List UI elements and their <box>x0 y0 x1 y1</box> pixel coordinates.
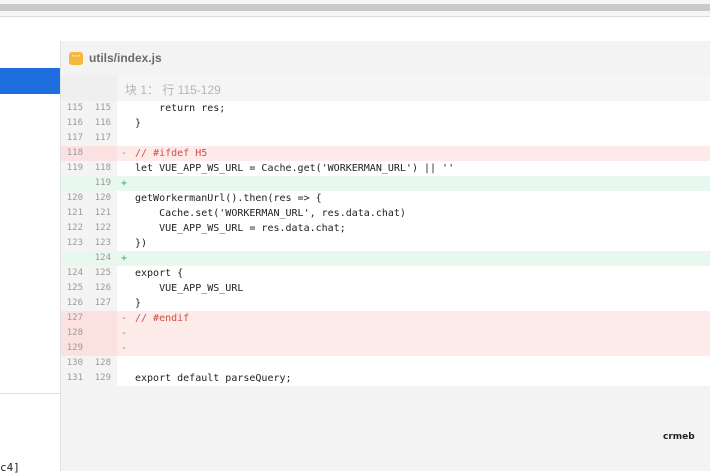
sidebar-divider <box>0 393 60 394</box>
diff-line-ctx: 123 123}) <box>61 236 710 251</box>
code-text: VUE_APP_WS_URL = res.data.chat; <box>135 223 346 234</box>
diff-line-ctx: 125 126 VUE_APP_WS_URL <box>61 281 710 296</box>
diff-line-ctx: 121 121 Cache.set('WORKERMAN_URL', res.da… <box>61 206 710 221</box>
code-text: export default parseQuery; <box>135 373 292 384</box>
hunk-gutter <box>61 75 117 101</box>
file-list-sidebar: c4] <box>0 41 61 474</box>
diff-line-del: 127 -// #endif <box>61 311 710 326</box>
new-line-number: 128 <box>94 358 111 368</box>
diff-sign: + <box>121 178 128 189</box>
old-line-number: 130 <box>66 358 83 368</box>
code-text: Cache.set('WORKERMAN_URL', res.data.chat… <box>135 208 406 219</box>
old-line-number: 127 <box>66 313 83 323</box>
old-line-number: 115 <box>66 103 83 113</box>
file-header[interactable]: ··· utils/index.js <box>61 41 710 75</box>
hunk-label: 块 1： 行 115-129 <box>125 83 221 97</box>
old-line-number: 125 <box>66 283 83 293</box>
new-line-number: 127 <box>94 298 111 308</box>
old-line-number: 126 <box>66 298 83 308</box>
new-line-number: 117 <box>94 133 111 143</box>
code-text: }) <box>135 238 148 249</box>
diff-panel: ··· utils/index.js 块 1： 行 115-129 115 115… <box>61 41 710 471</box>
old-line-number: 124 <box>66 268 83 278</box>
code-text: let VUE_APP_WS_URL = Cache.get('WORKERMA… <box>135 163 455 174</box>
diff-sign: - <box>121 343 128 354</box>
file-name: utils/index.js <box>89 51 162 65</box>
new-line-number: 129 <box>94 373 111 383</box>
diff-line-ctx: 126 127} <box>61 296 710 311</box>
diff-line-del: 129 - <box>61 341 710 356</box>
diff-line-add: 124 + <box>61 251 710 266</box>
old-line-number: 122 <box>66 223 83 233</box>
old-line-number: 116 <box>66 118 83 128</box>
old-line-number: 128 <box>66 328 83 338</box>
new-line-number: 115 <box>94 103 111 113</box>
new-line-number: 116 <box>94 118 111 128</box>
diff-line-add: 119 + <box>61 176 710 191</box>
diff-line-ctx: 131 129 export default parseQuery; <box>61 371 710 386</box>
window-top-bar <box>0 0 710 17</box>
new-line-number: 119 <box>94 178 111 188</box>
new-line-number: 125 <box>94 268 111 278</box>
new-line-number: 120 <box>94 193 111 203</box>
code-text: // #ifdef H5 <box>135 148 208 159</box>
diff-line-ctx: 120 120 getWorkermanUrl().then(res => { <box>61 191 710 206</box>
old-line-number: 123 <box>66 238 83 248</box>
diff-line-ctx: 122 122 VUE_APP_WS_URL = res.data.chat; <box>61 221 710 236</box>
old-line-number: 121 <box>66 208 83 218</box>
old-line-number: 129 <box>66 343 83 353</box>
diff-line-ctx: 119 118 let VUE_APP_WS_URL = Cache.get('WO… <box>61 161 710 176</box>
sidebar-partial-text: c4] <box>0 461 20 474</box>
diff-sign: - <box>121 313 128 324</box>
brand-watermark: crmeb <box>663 432 695 442</box>
code-text: return res; <box>135 103 226 114</box>
diff-sign: - <box>121 148 128 159</box>
diff-sign: + <box>121 253 128 264</box>
diff-code-view[interactable]: 115 115 return res; 116 116} 117 117 118-// #i… <box>61 101 710 386</box>
old-line-number: 120 <box>66 193 83 203</box>
diff-line-del: 128 - <box>61 326 710 341</box>
new-line-number: 122 <box>94 223 111 233</box>
diff-line-ctx: 117 117 <box>61 131 710 146</box>
new-line-number: 123 <box>94 238 111 248</box>
code-text: } <box>135 118 142 129</box>
ellipsis-file-icon: ··· <box>69 52 83 65</box>
window-top-stripe <box>0 4 710 11</box>
old-line-number: 118 <box>66 148 83 158</box>
diff-line-ctx: 124 125 export { <box>61 266 710 281</box>
code-text: getWorkermanUrl().then(res => { <box>135 193 322 204</box>
diff-sign: - <box>121 328 128 339</box>
new-line-number: 121 <box>94 208 111 218</box>
diff-line-ctx: 115 115 return res; <box>61 101 710 116</box>
hunk-header: 块 1： 行 115-129 <box>61 75 710 101</box>
new-line-number: 126 <box>94 283 111 293</box>
code-text: export { <box>135 268 184 279</box>
code-text: // #endif <box>135 313 190 324</box>
diff-line-ctx: 130 128 <box>61 356 710 371</box>
old-line-number: 131 <box>66 373 83 383</box>
new-line-number: 124 <box>94 253 111 263</box>
new-line-number: 118 <box>94 163 111 173</box>
selected-file-item[interactable] <box>0 68 60 94</box>
diff-line-del: 118 -// #ifdef H5 <box>61 146 710 161</box>
code-text: } <box>135 298 142 309</box>
code-text: VUE_APP_WS_URL <box>135 283 244 294</box>
diff-line-ctx: 116 116} <box>61 116 710 131</box>
old-line-number: 119 <box>66 163 83 173</box>
old-line-number: 117 <box>66 133 83 143</box>
